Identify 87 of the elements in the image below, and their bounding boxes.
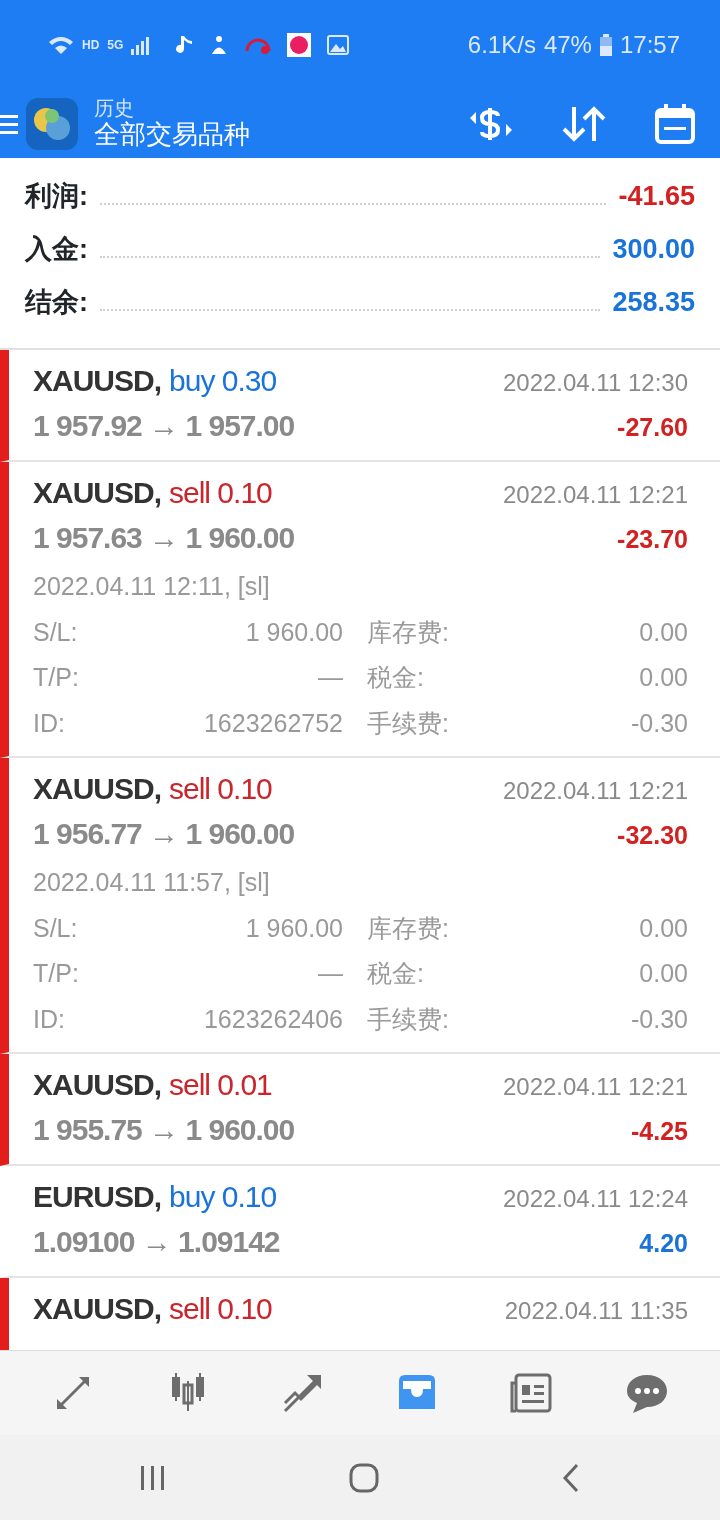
trade-time: 2022.04.11 12:21 [502,480,688,510]
detail-value: -0.30 [631,1003,688,1035]
summary-value: -41.65 [618,180,695,214]
clock: 17:57 [619,30,680,60]
sort-icon[interactable] [562,105,606,143]
trade-direction: sell 0.10 [169,1291,272,1327]
detail-value: — [318,958,343,989]
trade-direction: sell 0.10 [169,475,272,511]
detail-label: 手续费: [367,707,449,739]
detail-value: 1623262406 [203,1003,343,1035]
detail-value: -0.30 [631,707,688,739]
app-icon [287,33,312,57]
trade-time: 2022.04.11 12:21 [502,776,688,806]
network-label: 5G [107,37,124,54]
trade-symbol: XAUUSD, [33,1067,161,1103]
network-label: HD [82,37,100,54]
detail-label: 库存费: [367,912,449,944]
trade-row[interactable]: EURUSD, buy 0.10 2022.04.11 12:24 1.09100 → 1.09142 4.20 [0,1166,720,1278]
trade-time: 2022.04.11 11:35 [504,1296,688,1326]
wifi-icon [48,35,74,55]
trade-row[interactable]: XAUUSD, sell 0.10 2022.04.11 12:21 1 957.63 → 1 960.00 -23.70 2022.04.11 12:11, [sl] S/L: 1 960.00 库存费: 0.00 T/P: — 税金: 0.00 ID: 1623262752 手续费: -0.30 [0,462,720,758]
trade-prices: 1.09100 → 1.09142 [33,1224,280,1260]
trade-prices: 1 957.92 → 1 957.00 [33,408,295,444]
open-time: 2022.04.11 12:11, [sl] [33,571,271,602]
menu-icon[interactable] [0,113,18,135]
detail-value: 0.00 [639,912,688,944]
trade-prices: 1 957.63 → 1 960.00 [33,520,295,556]
summary-label: 结余: [25,286,88,320]
trade-row[interactable]: XAUUSD, sell 0.10 2022.04.11 12:21 1 956.77 → 1 960.00 -32.30 2022.04.11 11:57, [sl] S/L: 1 960.00 库存费: 0.00 T/P: — 税金: 0.00 ID: 1623262406 手续费: -0.30 [0,758,720,1054]
open-time: 2022.04.11 11:57, [sl] [33,867,271,898]
trade-direction: sell 0.01 [169,1067,272,1103]
trade-profit: -23.70 [617,524,688,555]
detail-label: T/P: [33,662,79,693]
detail-value: 0.00 [639,616,688,648]
summary-label: 利润: [25,180,88,214]
music-note-icon [175,35,194,55]
trade-symbol: XAUUSD, [33,363,161,399]
detail-value: — [318,662,343,693]
trade-time: 2022.04.11 12:24 [502,1184,688,1214]
detail-label: 税金: [367,958,424,989]
detail-value: 1 960.00 [245,616,343,648]
app-logo-icon [26,98,78,150]
trade-symbol: XAUUSD, [33,1291,161,1327]
newspaper-icon[interactable] [509,1371,554,1415]
detail-label: T/P: [33,958,79,989]
trade-symbol: XAUUSD, [33,771,161,807]
back-icon[interactable] [561,1462,581,1493]
trade-profit: 4.20 [639,1228,688,1259]
battery-percent: 47% [543,30,592,60]
home-icon[interactable] [349,1462,379,1493]
trade-prices: 1 956.77 → 1 960.00 [33,816,295,852]
signal-icon [131,35,152,55]
trade-time: 2022.04.11 12:30 [502,368,688,398]
trade-direction: sell 0.10 [169,771,272,807]
trade-row[interactable]: XAUUSD, buy 0.30 2022.04.11 12:30 1 957.92 → 1 957.00 -27.60 [0,350,720,462]
image-icon [327,35,350,55]
trade-direction: buy 0.30 [169,363,277,399]
detail-label: ID: [33,1003,65,1035]
trade-profit: -4.25 [631,1116,688,1147]
detail-label: S/L: [33,912,78,944]
summary-value: 258.35 [612,286,695,320]
trade-profit: -27.60 [617,412,688,443]
trade-row[interactable]: XAUUSD, sell 0.01 2022.04.11 12:21 1 955.75 → 1 960.00 -4.25 [0,1054,720,1166]
trade-symbol: EURUSD, [33,1179,161,1215]
detail-value: 0.00 [639,958,688,989]
detail-label: 手续费: [367,1003,449,1035]
trade-symbol: XAUUSD, [33,475,161,511]
detail-label: S/L: [33,616,78,648]
network-speed: 6.1K/s [467,30,536,60]
summary-value: 300.00 [612,233,695,267]
currency-exchange-icon[interactable] [468,106,514,142]
recent-apps-icon[interactable] [139,1465,167,1490]
trade-direction: buy 0.10 [169,1179,277,1215]
screen-title: 全部交易品种 [94,119,250,151]
trade-time: 2022.04.11 12:21 [502,1072,688,1102]
detail-value: 1623262752 [203,707,343,739]
detail-value: 1 960.00 [245,912,343,944]
calendar-icon[interactable] [654,103,696,145]
detail-label: 库存费: [367,616,449,648]
summary-label: 入金: [25,233,88,267]
screen-subtitle: 历史 [94,97,135,120]
battery-icon [599,34,612,56]
trade-profit: -32.30 [617,820,688,851]
detail-label: 税金: [367,662,424,693]
detail-value: 0.00 [639,662,688,693]
detail-label: ID: [33,707,65,739]
trade-prices: 1 955.75 → 1 960.00 [33,1112,295,1148]
